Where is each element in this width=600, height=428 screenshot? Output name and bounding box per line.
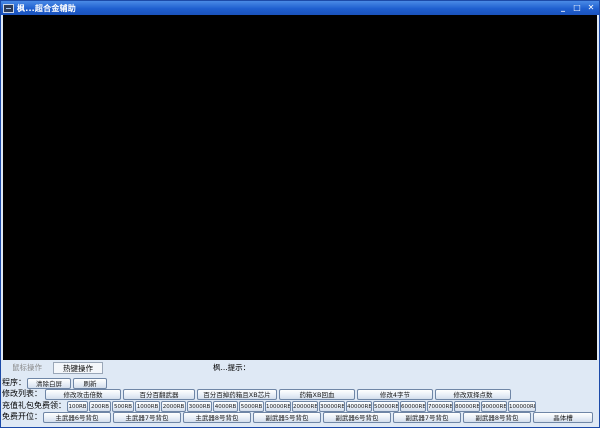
recharge-20000rb-button[interactable]: 20000RB [292, 400, 318, 412]
title-bar[interactable]: 枫...超合金辅助 _ □ ✕ [1, 1, 599, 15]
recharge-50000rb-button[interactable]: 50000RB [373, 400, 399, 412]
sub-weapon-bag-5-button[interactable]: 副武器5号背包 [253, 411, 321, 423]
medkit-xb-heal-button[interactable]: 药箱XB回血 [279, 388, 355, 400]
sub-weapon-bag-6-button[interactable]: 副武器6号背包 [323, 411, 391, 423]
minimize-icon[interactable]: _ [557, 2, 569, 13]
modify-attack-multiplier-button[interactable]: 修改攻击倍数 [45, 388, 121, 400]
modify-row: 修改列表： 修改攻击倍数 百分百翻武器 百分百掉药箱且XB芯片 药箱XB回血 修… [1, 388, 599, 400]
recharge-10000rb-button[interactable]: 10000RB [265, 400, 291, 412]
recharge-500rb-button[interactable]: 500RB [112, 400, 134, 412]
hint-label: 枫...提示： [213, 363, 251, 372]
main-weapon-bag-6-button[interactable]: 主武器6号背包 [43, 411, 111, 423]
recharge-3000rb-button[interactable]: 3000RB [187, 400, 212, 412]
unlock-slot-row: 免费开位： 主武器6号背包 主武器7号背包 主武器8号背包 副武器5号背包 副武… [1, 411, 599, 423]
recharge-200rb-button[interactable]: 200RB [89, 400, 111, 412]
close-icon[interactable]: ✕ [585, 2, 597, 13]
app-icon [3, 3, 14, 13]
modify-4-bytes-button[interactable]: 修改4字节 [357, 388, 433, 400]
window-title: 枫...超合金辅助 [17, 3, 76, 13]
full-weapon-flip-button[interactable]: 百分百翻武器 [123, 388, 195, 400]
crystal-slot-button[interactable]: 晶体槽 [533, 411, 593, 423]
clear-white-screen-button[interactable]: 清除白屏 [27, 377, 71, 389]
recharge-80000rb-button[interactable]: 80000RB [454, 400, 480, 412]
recharge-1000rb-button[interactable]: 1000RB [135, 400, 160, 412]
recharge-60000rb-button[interactable]: 60000RB [400, 400, 426, 412]
app-window: 枫...超合金辅助 _ □ ✕ 鼠标操作 热键操作 枫...提示： 程序： 清除… [0, 0, 600, 428]
full-medkit-xb-chip-button[interactable]: 百分百掉药箱且XB芯片 [197, 388, 277, 400]
refresh-button[interactable]: 刷新 [73, 377, 107, 389]
recharge-2000rb-button[interactable]: 2000RB [161, 400, 186, 412]
recharge-30000rb-button[interactable]: 30000RB [319, 400, 345, 412]
recharge-70000rb-button[interactable]: 70000RB [427, 400, 453, 412]
modify-double-points-button[interactable]: 修改双择点数 [435, 388, 511, 400]
game-viewport[interactable] [3, 15, 597, 360]
recharge-5000rb-button[interactable]: 5000RB [239, 400, 264, 412]
recharge-100rb-button[interactable]: 100RB [67, 400, 88, 412]
modify-label: 修改列表： [2, 389, 42, 398]
tab-hotkey-operation[interactable]: 热键操作 [53, 362, 103, 374]
maximize-icon[interactable]: □ [571, 2, 583, 13]
recharge-40000rb-button[interactable]: 40000RB [346, 400, 372, 412]
window-controls: _ □ ✕ [557, 2, 597, 13]
unlock-label: 免费开位： [2, 412, 42, 421]
sub-weapon-bag-8-button[interactable]: 副武器8号背包 [463, 411, 531, 423]
main-weapon-bag-8-button[interactable]: 主武器8号背包 [183, 411, 251, 423]
recharge-90000rb-button[interactable]: 90000RB [481, 400, 507, 412]
sub-weapon-bag-7-button[interactable]: 副武器7号背包 [393, 411, 461, 423]
tab-mouse-operation[interactable]: 鼠标操作 [4, 362, 50, 374]
recharge-4000rb-button[interactable]: 4000RB [213, 400, 238, 412]
recharge-100000rb-button[interactable]: 100000RB [508, 400, 536, 412]
main-weapon-bag-7-button[interactable]: 主武器7号背包 [113, 411, 181, 423]
